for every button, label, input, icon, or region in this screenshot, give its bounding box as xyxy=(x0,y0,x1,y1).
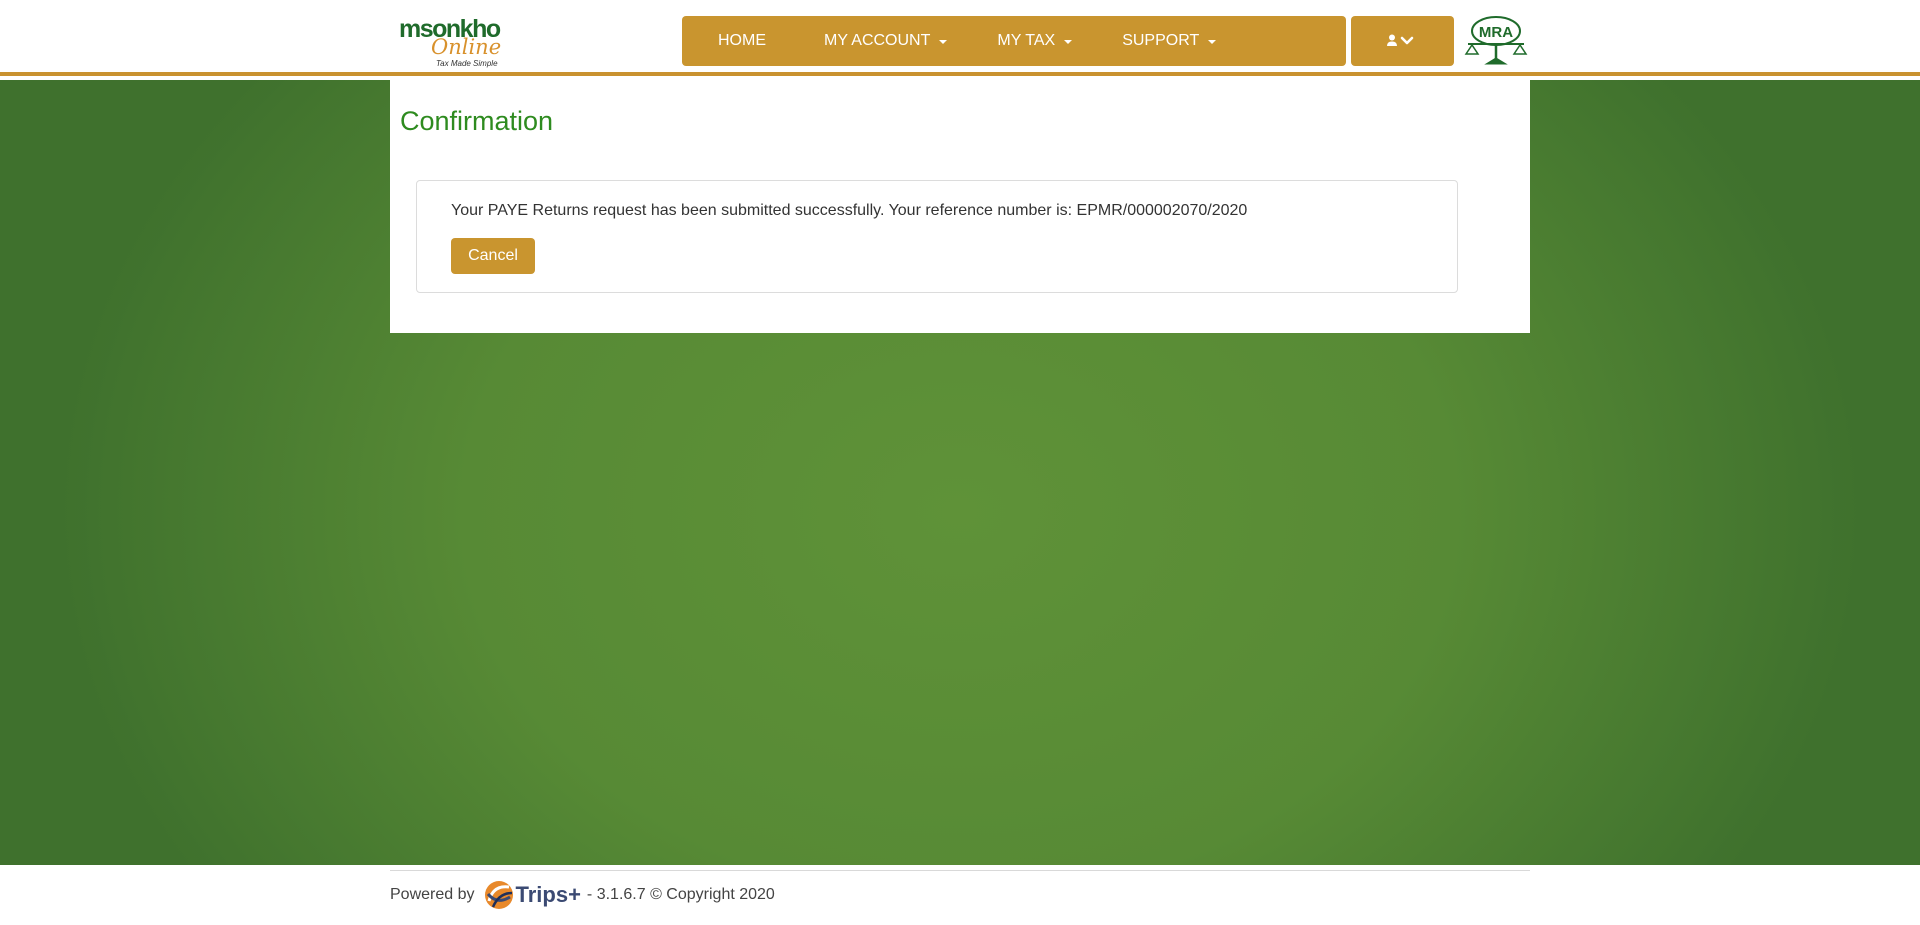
version-copyright: - 3.1.6.7 © Copyright 2020 xyxy=(586,886,775,903)
nav-my-tax-label: MY TAX xyxy=(997,32,1056,49)
confirmation-box: Your PAYE Returns request has been submi… xyxy=(416,180,1458,293)
nav-my-account[interactable]: MY ACCOUNT xyxy=(804,16,977,66)
nav-my-tax[interactable]: MY TAX xyxy=(977,16,1102,66)
nav-support[interactable]: SUPPORT xyxy=(1102,16,1236,66)
confirmation-message: Your PAYE Returns request has been submi… xyxy=(451,202,1248,219)
mra-logo: MRA xyxy=(1462,14,1530,68)
user-icon xyxy=(1386,34,1397,46)
trips-logo-text: Trips+ xyxy=(515,882,581,907)
top-header: msonkho Online Tax Made Simple HOME MY A… xyxy=(0,0,1920,76)
msonkho-online-logo[interactable]: msonkho Online Tax Made Simple xyxy=(398,15,532,70)
caret-down-icon xyxy=(939,40,948,44)
chevron-down-icon xyxy=(1400,36,1413,45)
caret-down-icon xyxy=(1064,40,1073,44)
trips-logo: Trips+ xyxy=(483,879,581,911)
svg-text:Online: Online xyxy=(431,35,501,59)
nav-home-label: HOME xyxy=(718,32,766,49)
main-nav: HOME MY ACCOUNT MY TAX SUPPORT xyxy=(682,16,1346,66)
page-title: Confirmation xyxy=(400,106,554,136)
trips-swirl-icon xyxy=(484,881,513,909)
footer: Powered by Trips+ - 3.1.6.7 © Copyright … xyxy=(0,865,1920,925)
caret-down-icon xyxy=(1208,40,1217,44)
nav-support-label: SUPPORT xyxy=(1122,32,1200,49)
svg-text:Tax Made Simple: Tax Made Simple xyxy=(436,59,498,68)
footer-divider xyxy=(390,870,1530,871)
svg-text:MRA: MRA xyxy=(1479,24,1513,41)
user-menu-button[interactable] xyxy=(1351,16,1454,66)
cancel-button[interactable]: Cancel xyxy=(451,238,535,274)
powered-by-label: Powered by xyxy=(390,886,475,903)
nav-home[interactable]: HOME xyxy=(698,16,804,66)
nav-my-account-label: MY ACCOUNT xyxy=(824,32,931,49)
content-panel: Confirmation Your PAYE Returns request h… xyxy=(390,80,1530,333)
footer-content: Powered by Trips+ - 3.1.6.7 © Copyright … xyxy=(390,876,775,914)
